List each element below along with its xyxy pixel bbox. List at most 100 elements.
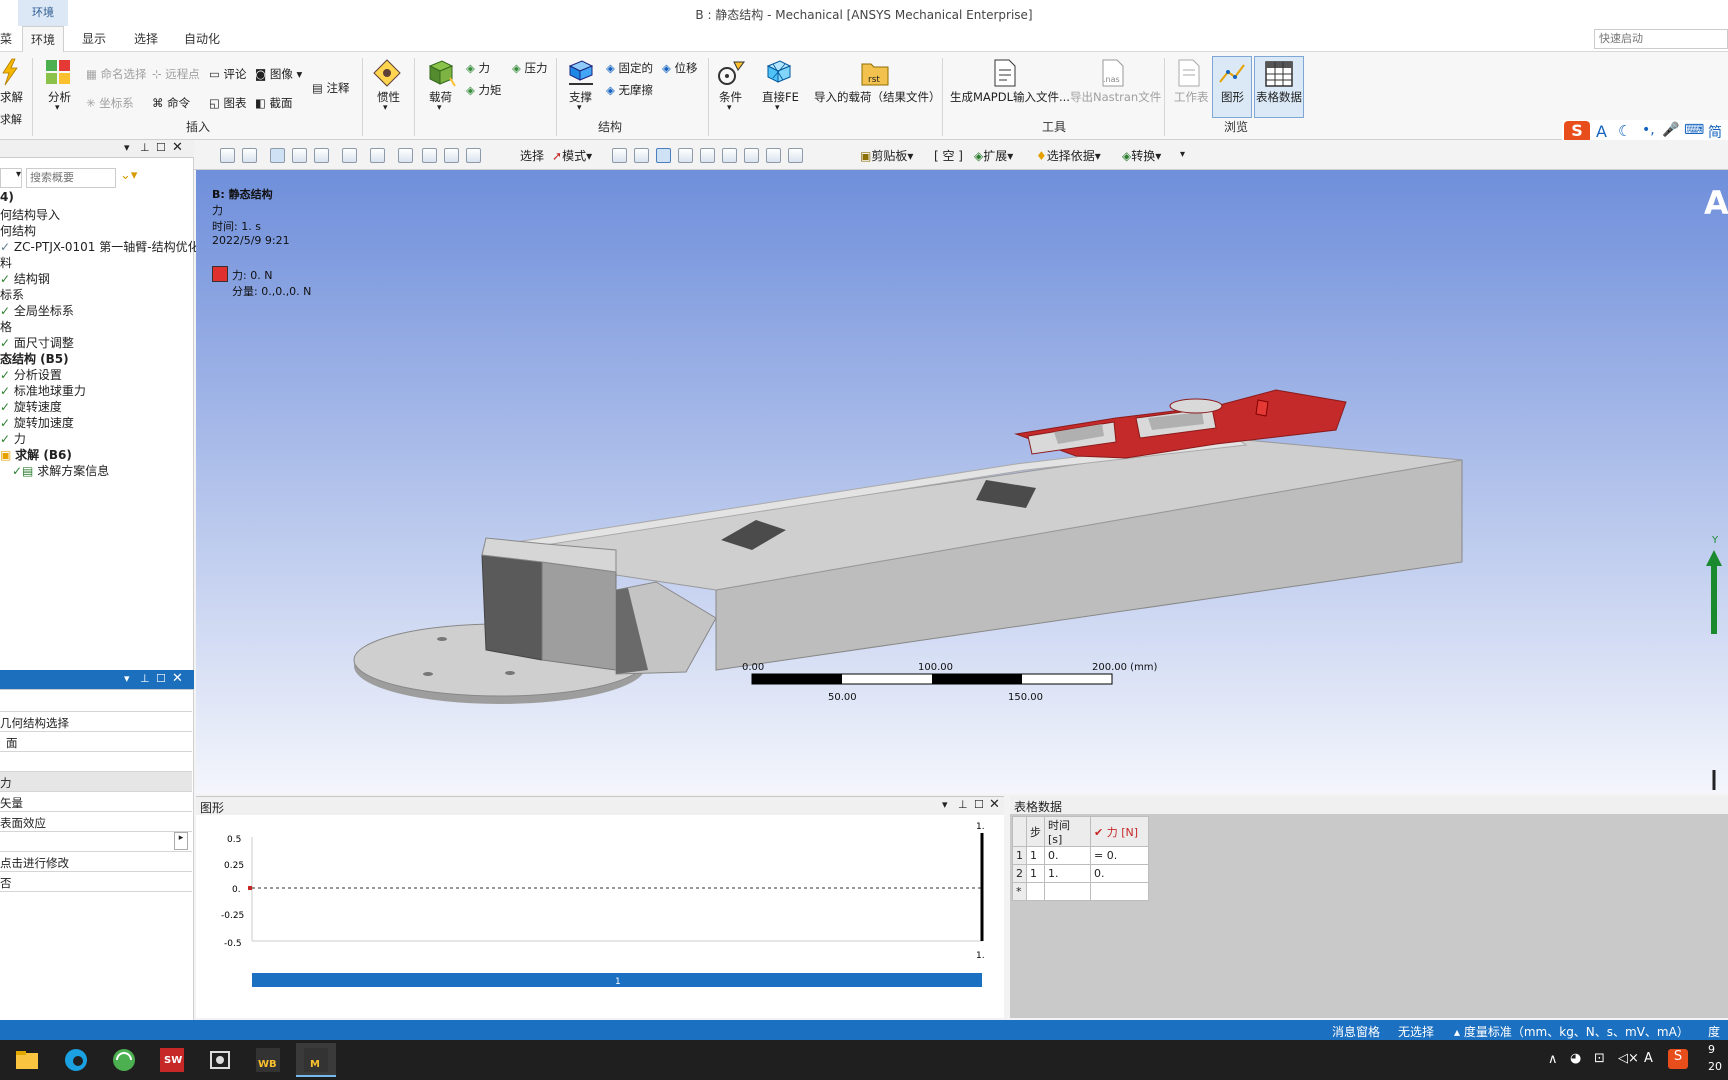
sync-app-icon[interactable] xyxy=(104,1043,144,1077)
zoom-icon[interactable] xyxy=(422,148,437,163)
details-row-surface-effect[interactable]: 表面效应 xyxy=(0,812,192,832)
table-row-new[interactable]: * xyxy=(1012,882,1149,901)
tab-environment[interactable]: 环境 xyxy=(22,26,65,53)
angle-unit-status[interactable]: 度 xyxy=(1708,1023,1720,1040)
zoom-to-fit-icon[interactable] xyxy=(466,148,481,163)
layout-view-icon[interactable] xyxy=(342,148,357,163)
clock-date[interactable]: 20 xyxy=(1708,1060,1722,1073)
moment-button[interactable]: ◈ 力矩 xyxy=(466,82,502,98)
element-select-icon[interactable] xyxy=(722,148,737,163)
element-face-select-icon[interactable] xyxy=(744,148,759,163)
tab-automation[interactable]: 自动化 xyxy=(176,26,228,52)
quick-launch-input[interactable] xyxy=(1594,29,1728,49)
graph-pin-icon[interactable]: ⊥ xyxy=(958,798,968,811)
tray-app-icon[interactable]: ◕ xyxy=(1570,1051,1581,1066)
details-close-icon[interactable]: ✕ xyxy=(172,671,183,686)
tab-selection[interactable]: 选择 xyxy=(126,26,166,52)
shaded-view-icon[interactable] xyxy=(292,148,307,163)
ime-punctuation-icon[interactable]: •, xyxy=(1642,122,1655,138)
tab-display[interactable]: 显示 xyxy=(74,26,114,52)
details-row[interactable] xyxy=(0,692,192,712)
tree-node-coordinate-systems[interactable]: 标系 xyxy=(0,286,24,303)
outline-search-input[interactable] xyxy=(26,168,116,188)
messages-pane-button[interactable]: 消息窗格 xyxy=(1332,1023,1380,1040)
tree-node-part[interactable]: ✓ ZC-PTJX-0101 第一轴臂-结构优化 xyxy=(0,238,200,255)
ime-simplified-icon[interactable]: 简 xyxy=(1708,122,1722,142)
outline-filter-dropdown[interactable]: ▾ xyxy=(0,168,22,188)
face-select-icon[interactable] xyxy=(656,148,671,163)
details-row-expand[interactable]: ▸ xyxy=(0,832,192,852)
pan-icon[interactable] xyxy=(398,148,413,163)
column-header-force[interactable]: ✔ 力 [N] xyxy=(1090,816,1149,847)
cell-time[interactable]: 0. xyxy=(1044,846,1091,865)
details-row-scoping-method[interactable]: 几何结构选择 xyxy=(0,712,192,732)
tree-node-materials[interactable]: 料 xyxy=(0,254,12,271)
expand-arrow-icon[interactable]: ▸ xyxy=(174,832,188,850)
force-time-graph[interactable]: 0.5 0.25 0. -0.25 -0.5 1. 1. 1 xyxy=(196,815,1004,1019)
analysis-icon[interactable] xyxy=(44,58,74,88)
details-pin-icon[interactable]: ⊥ xyxy=(140,672,150,685)
unit-system-button[interactable]: ▴ 度量标准（mm、kg、N、s、mV、mA） xyxy=(1454,1023,1689,1040)
conditions-icon[interactable] xyxy=(716,58,746,88)
pin-icon[interactable]: ⊥ xyxy=(140,141,150,154)
close-icon[interactable]: ✕ xyxy=(172,140,183,155)
cell-step[interactable] xyxy=(1026,882,1045,901)
frictionless-button[interactable]: ◈ 无摩擦 xyxy=(606,82,653,98)
ansys-workbench-icon[interactable]: WB xyxy=(248,1043,288,1077)
ansys-mechanical-icon[interactable]: M xyxy=(296,1043,336,1077)
table-row[interactable]: 2 1 1. 0. xyxy=(1012,864,1149,883)
file-explorer-icon[interactable] xyxy=(6,1043,46,1077)
extend-dropdown[interactable]: ◈扩展▾ xyxy=(974,147,1013,164)
tree-node-force[interactable]: ✓ 力 xyxy=(0,430,26,447)
tree-node-static-structural[interactable]: 态结构 (B5) xyxy=(0,350,69,367)
search-options-icon[interactable]: ⌄▾ xyxy=(120,168,137,183)
section-button[interactable]: ◧ 截面 xyxy=(255,95,293,111)
cell-time[interactable]: 1. xyxy=(1044,864,1091,883)
comment-button[interactable]: ▭ 评论 xyxy=(209,66,247,82)
panel-menu-icon[interactable]: ▾ xyxy=(124,141,130,154)
tree-node-standard-earth-gravity[interactable]: ✓ 标准地球重力 xyxy=(0,382,86,399)
details-maximize-icon[interactable]: ☐ xyxy=(156,672,166,685)
solve-button[interactable]: 求解 xyxy=(0,89,23,105)
toolbar-overflow-icon[interactable]: ▾ xyxy=(1180,149,1185,160)
box-zoom-icon[interactable] xyxy=(444,148,459,163)
cell-step[interactable]: 1 xyxy=(1026,846,1045,865)
details-row[interactable] xyxy=(0,752,192,772)
tab-file-cut[interactable]: 菜 xyxy=(0,26,20,52)
tree-node-solution-information[interactable]: ✓▤ 求解方案信息 xyxy=(12,462,109,479)
solve-lightning-icon[interactable] xyxy=(0,58,20,86)
force-button[interactable]: ◈ 力 xyxy=(466,60,490,76)
loads-icon[interactable] xyxy=(426,58,456,88)
imported-loads-button[interactable]: 导入的载荷（结果文件） xyxy=(814,89,941,105)
rotate-icon[interactable] xyxy=(370,148,385,163)
chart-button[interactable]: ◱ 图表 xyxy=(209,95,247,111)
details-row-type[interactable]: 力 xyxy=(0,772,192,792)
tree-node-global-coordinate-system[interactable]: ✓ 全局坐标系 xyxy=(0,302,74,319)
details-row-click-to-change[interactable]: 点击进行修改 xyxy=(0,852,192,872)
convert-dropdown[interactable]: ◈转换▾ xyxy=(1122,147,1161,164)
tree-node-analysis-settings[interactable]: ✓ 分析设置 xyxy=(0,366,62,383)
context-tab-environment[interactable]: 环境 xyxy=(18,0,68,26)
input-language-icon[interactable]: A xyxy=(1644,1051,1653,1066)
solidworks-2020-icon[interactable]: SW xyxy=(152,1043,192,1077)
imported-loads-icon[interactable]: rst xyxy=(860,58,890,88)
details-menu-icon[interactable]: ▾ xyxy=(124,672,130,685)
direct-fe-icon[interactable] xyxy=(764,58,794,88)
inertia-icon[interactable] xyxy=(372,58,402,88)
label-select-icon[interactable] xyxy=(788,148,803,163)
edge-browser-icon[interactable] xyxy=(56,1043,96,1077)
body-select-icon[interactable] xyxy=(678,148,693,163)
tray-expand-icon[interactable]: ∧ xyxy=(1548,1052,1558,1067)
clock-time[interactable]: 9 xyxy=(1708,1043,1715,1056)
analysis-dropdown-icon[interactable]: ▾ xyxy=(55,103,60,113)
edge-select-icon[interactable] xyxy=(634,148,649,163)
zoom-in-icon[interactable] xyxy=(220,148,235,163)
tree-node-model[interactable]: 4) xyxy=(0,190,14,204)
supports-dropdown-icon[interactable]: ▾ xyxy=(577,103,582,113)
iso-view-icon[interactable] xyxy=(270,148,285,163)
sogou-ime-icon[interactable]: S xyxy=(1668,1049,1688,1069)
command-button[interactable]: ⌘ 命令 xyxy=(152,95,190,111)
details-row-geometry[interactable]: 面 xyxy=(0,732,192,752)
clipboard-dropdown[interactable]: ▣剪贴板▾ xyxy=(860,147,913,164)
image-button[interactable]: ◙ 图像 ▾ xyxy=(255,66,302,82)
